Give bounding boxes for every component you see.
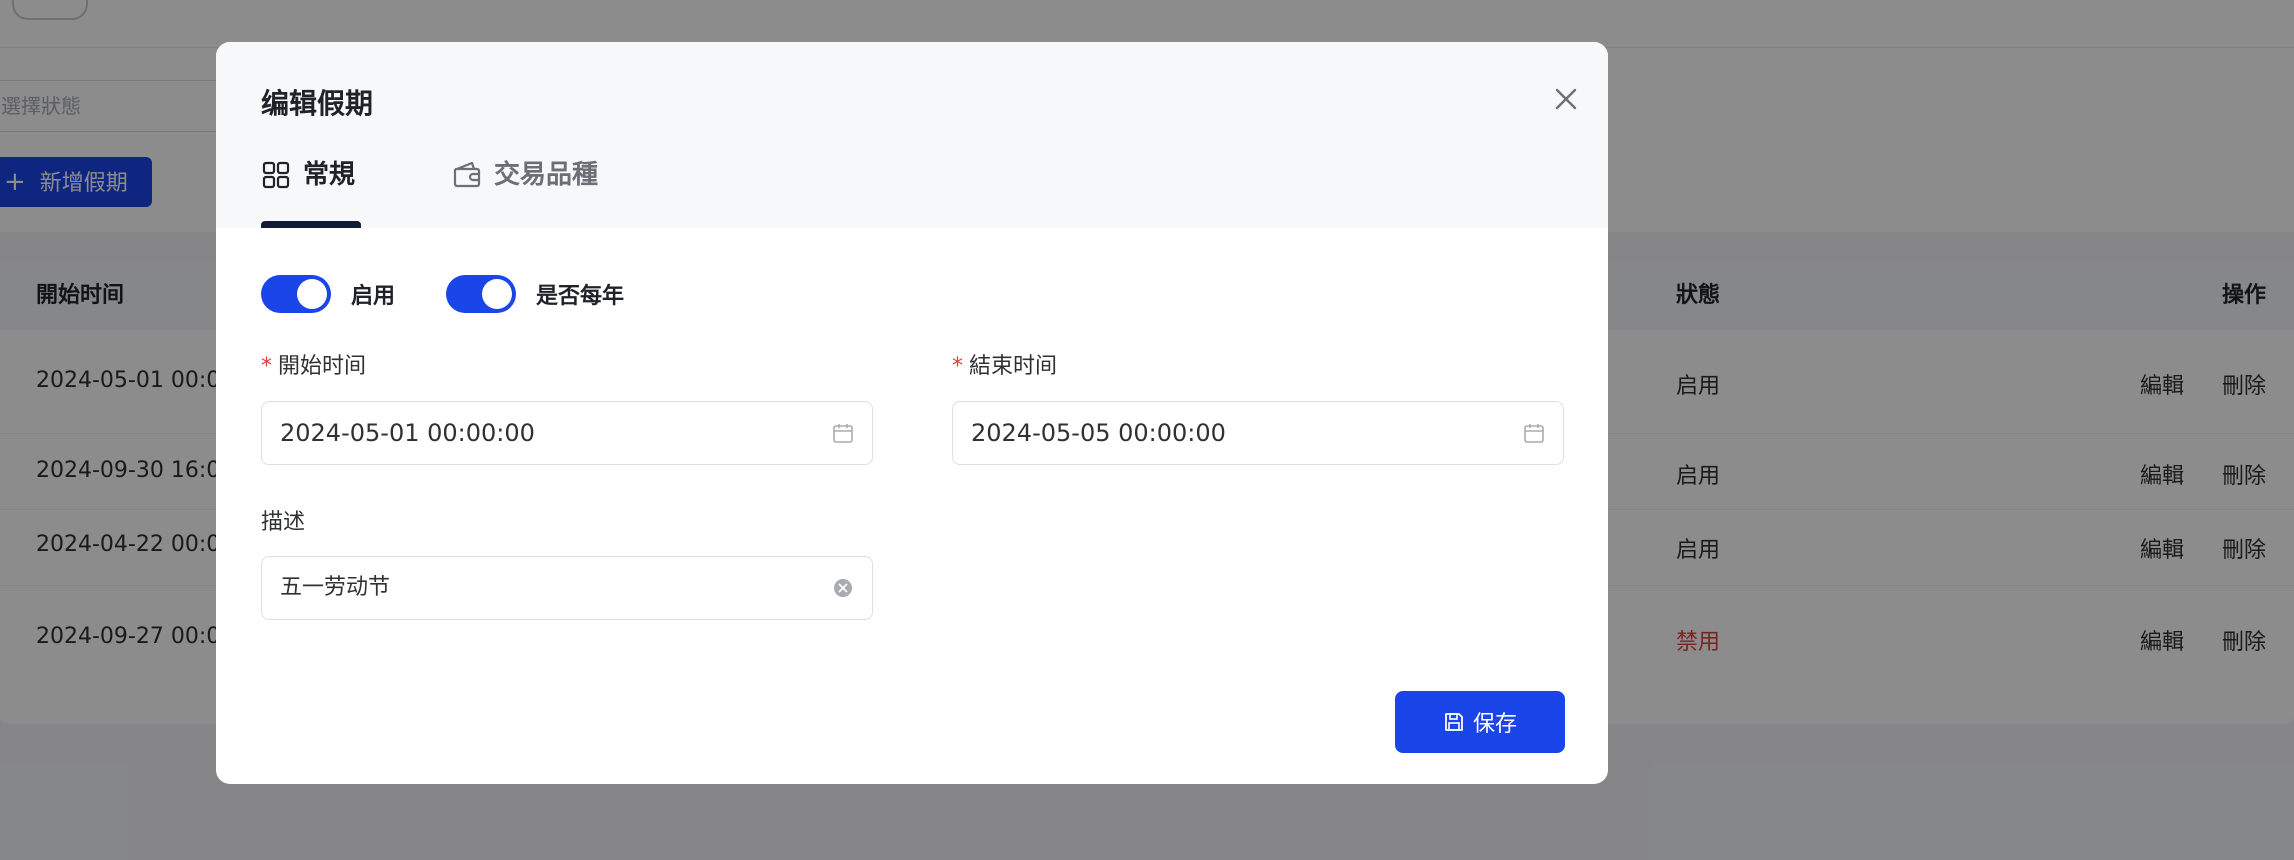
save-button[interactable]: 保存 bbox=[1395, 691, 1565, 753]
description-value: 五一劳动节 bbox=[280, 575, 391, 600]
start-time-value: 2024-05-01 00:00:00 bbox=[280, 419, 535, 447]
description-input[interactable]: 五一劳动节 bbox=[261, 556, 873, 620]
close-button[interactable] bbox=[1551, 84, 1581, 114]
calendar-icon[interactable] bbox=[1523, 422, 1545, 444]
close-icon bbox=[1555, 88, 1577, 110]
start-time-label-text: 開始时间 bbox=[278, 354, 367, 379]
start-time-input[interactable]: 2024-05-01 00:00:00 bbox=[261, 401, 873, 465]
yearly-switch-row: 是否每年 bbox=[446, 275, 624, 313]
active-tab-indicator bbox=[261, 221, 361, 228]
end-time-label-text: 結束时间 bbox=[969, 354, 1058, 379]
tab-trading-products-label: 交易品種 bbox=[494, 160, 599, 190]
save-icon bbox=[1445, 713, 1463, 731]
clear-icon[interactable] bbox=[832, 577, 854, 599]
dialog-title: 编辑假期 bbox=[261, 87, 374, 120]
yearly-switch[interactable] bbox=[446, 275, 516, 313]
edit-holiday-dialog: 编辑假期 常規 交易品種 启用 是否每年 * 開始时间 2024-05-01 0… bbox=[216, 42, 1608, 784]
end-time-label: * 結束时间 bbox=[952, 352, 1057, 382]
dialog-header: 编辑假期 常規 交易品種 bbox=[216, 42, 1608, 228]
tab-general[interactable]: 常規 bbox=[261, 158, 355, 228]
required-mark: * bbox=[952, 354, 963, 379]
start-time-label: * 開始时间 bbox=[261, 352, 366, 382]
switch-knob bbox=[482, 279, 512, 309]
grid-icon bbox=[262, 161, 290, 189]
save-button-label: 保存 bbox=[1472, 712, 1517, 737]
description-label: 描述 bbox=[261, 510, 306, 535]
enabled-switch[interactable] bbox=[261, 275, 331, 313]
enabled-switch-row: 启用 bbox=[261, 275, 395, 313]
required-mark: * bbox=[261, 354, 272, 379]
yearly-switch-label: 是否每年 bbox=[536, 284, 625, 309]
end-time-value: 2024-05-05 00:00:00 bbox=[971, 419, 1226, 447]
enabled-switch-label: 启用 bbox=[351, 284, 396, 309]
end-time-input[interactable]: 2024-05-05 00:00:00 bbox=[952, 401, 1564, 465]
wallet-icon bbox=[453, 161, 481, 188]
switch-knob bbox=[297, 279, 327, 309]
calendar-icon[interactable] bbox=[832, 422, 854, 444]
tab-general-label: 常規 bbox=[303, 160, 356, 190]
tab-trading-products[interactable]: 交易品種 bbox=[452, 158, 598, 228]
